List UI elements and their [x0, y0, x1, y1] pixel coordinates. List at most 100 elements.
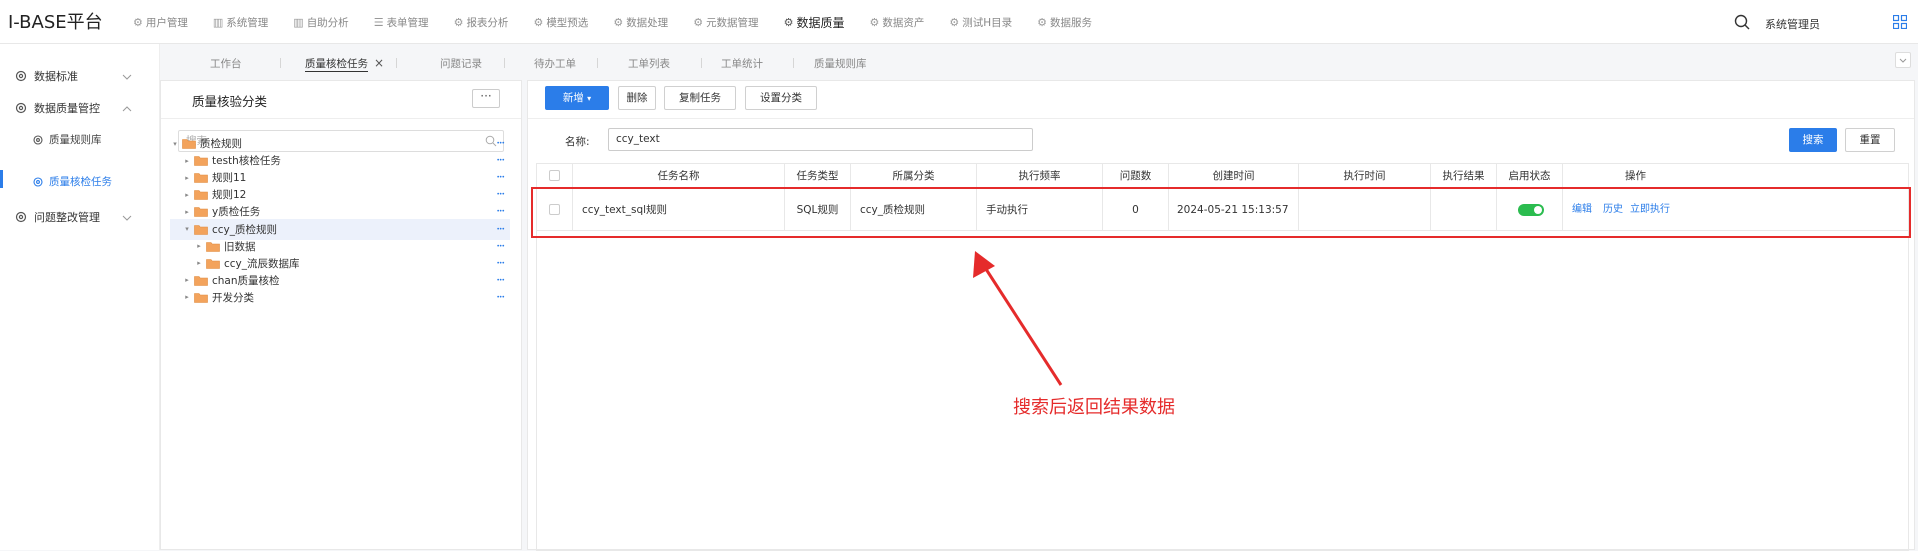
folder-icon: [194, 207, 208, 218]
delete-button[interactable]: 删除: [618, 86, 656, 110]
topnav-item[interactable]: ⚙ 元数据管理: [693, 15, 758, 30]
tree-node-label: 开发分类: [212, 291, 254, 304]
search-icon[interactable]: [1734, 14, 1750, 30]
sidebar-item-label: 数据标准: [34, 70, 78, 83]
topnav-item[interactable]: ▥ 自助分析: [293, 15, 348, 30]
caret-right-icon[interactable]: ▸: [194, 259, 204, 267]
tree-node[interactable]: ▸ 开发分类 •••: [170, 287, 510, 308]
annotation-text: 搜索后返回结果数据: [1013, 397, 1175, 418]
reset-button[interactable]: 重置: [1845, 128, 1895, 152]
more-options-icon[interactable]: •••: [496, 174, 505, 181]
tab-todo-orders[interactable]: 待办工单: [534, 56, 576, 71]
gear-icon: ⚙: [453, 15, 464, 29]
topnav-item[interactable]: ⚙ 数据服务: [1037, 15, 1092, 30]
column-header[interactable]: 执行时间: [1299, 164, 1431, 189]
topnav-item[interactable]: ⚙ 数据处理: [613, 15, 668, 30]
topnav-item[interactable]: ⚙ 数据资产: [869, 15, 924, 30]
name-search-input[interactable]: ccy_text: [608, 128, 1033, 151]
caret-down-icon[interactable]: ▾: [170, 140, 180, 148]
gear-icon: ⚙: [133, 15, 143, 29]
gear-icon: [15, 102, 27, 114]
tab-order-list[interactable]: 工单列表: [628, 56, 670, 71]
tab-workbench[interactable]: 工作台: [210, 56, 242, 71]
caret-down-icon[interactable]: ▾: [182, 225, 192, 233]
more-options-icon[interactable]: •••: [496, 191, 505, 198]
set-category-button[interactable]: 设置分类: [745, 86, 817, 110]
add-button[interactable]: 新增 ▾: [545, 86, 609, 110]
tab-rule-library[interactable]: 质量规则库: [814, 56, 867, 71]
copy-task-button[interactable]: 复制任务: [664, 86, 736, 110]
tree-node-label: 旧数据: [224, 240, 256, 253]
column-header[interactable]: 创建时间: [1169, 164, 1299, 189]
caret-right-icon[interactable]: ▸: [182, 191, 192, 199]
topnav-label: 数据资产: [882, 16, 925, 29]
more-options-icon[interactable]: •••: [496, 208, 505, 215]
caret-right-icon[interactable]: ▸: [182, 208, 192, 216]
tab-issue-records[interactable]: 问题记录: [440, 56, 482, 71]
gear-icon: ⚙: [869, 15, 880, 29]
tab-dropdown-button[interactable]: [1895, 52, 1911, 68]
column-header[interactable]: 任务类型: [785, 164, 851, 189]
more-options-icon[interactable]: •••: [496, 226, 505, 233]
tab-order-stats[interactable]: 工单统计: [721, 56, 763, 71]
caret-right-icon[interactable]: ▸: [182, 276, 192, 284]
close-icon[interactable]: ×: [374, 56, 384, 70]
topnav-item[interactable]: ⚙ 模型预选: [533, 15, 588, 30]
gear-icon: ⚙: [783, 15, 794, 29]
topnav-item[interactable]: ⚙ 用户管理: [133, 15, 188, 30]
caret-right-icon[interactable]: ▸: [182, 174, 192, 182]
caret-right-icon[interactable]: ▸: [182, 157, 192, 165]
gear-icon: ⚙: [613, 15, 624, 29]
tree-node-label: y质检任务: [212, 206, 261, 219]
column-header[interactable]: 启用状态: [1497, 164, 1563, 189]
sidebar-item-issue-rectification[interactable]: 问题整改管理: [14, 209, 132, 225]
topnav-label: 数据质量: [796, 15, 845, 30]
topnav-label: 数据服务: [1049, 16, 1092, 29]
sidebar-subitem-check-task[interactable]: 质量核检任务: [32, 174, 112, 189]
bar-chart-icon: ▥: [293, 15, 304, 29]
tree-node-label: ccy_流辰数据库: [224, 257, 300, 270]
topnav-item[interactable]: ☰ 表单管理: [374, 15, 429, 30]
app-grid-icon[interactable]: [1893, 15, 1907, 29]
select-all-checkbox[interactable]: [549, 170, 560, 181]
folder-icon: [194, 293, 208, 303]
column-header[interactable]: 任务名称: [573, 164, 785, 189]
gear-icon: ⚙: [533, 15, 544, 29]
search-button[interactable]: 搜索: [1789, 128, 1837, 152]
more-button[interactable]: ···: [472, 89, 500, 108]
sidebar-item-quality-control[interactable]: 数据质量管控: [14, 100, 132, 116]
column-header[interactable]: 操作: [1563, 164, 1708, 189]
more-options-icon[interactable]: •••: [496, 157, 505, 164]
topnav-item[interactable]: ▥ 系统管理: [213, 15, 268, 30]
column-header[interactable]: 执行结果: [1431, 164, 1497, 189]
caret-right-icon[interactable]: ▸: [194, 242, 204, 250]
tab-quality-check-task[interactable]: 质量核检任务 ×: [305, 56, 384, 72]
column-header[interactable]: 问题数: [1103, 164, 1169, 189]
more-options-icon[interactable]: •••: [496, 260, 505, 267]
topnav-item[interactable]: ⚙ 测试H目录: [949, 15, 1012, 30]
sidebar-subitem-rule-library[interactable]: 质量规则库: [32, 132, 102, 147]
topnav-label: 报表分析: [466, 16, 509, 29]
topnav-label: 自助分析: [306, 16, 349, 29]
caret-right-icon[interactable]: ▸: [182, 293, 192, 301]
gear-icon: ⚙: [693, 15, 704, 29]
user-name[interactable]: 系统管理员: [1765, 16, 1820, 32]
more-options-icon[interactable]: •••: [496, 277, 505, 284]
category-tree-panel: 质量核验分类 ··· 搜索 ▾ 质检规则 ••• ▸ testh核检任务 ••• ▸ 规则11…: [160, 80, 522, 550]
more-options-icon[interactable]: •••: [496, 294, 505, 301]
column-header[interactable]: 所属分类: [851, 164, 977, 189]
top-nav: ⚙ 用户管理 ▥ 系统管理 ▥ 自助分析 ☰ 表单管理 ⚙ 报表分析 ⚙ 模型预选 ⚙ 数据处理 ⚙ 元数据管…: [133, 0, 1117, 44]
panel-title: 质量核验分类: [192, 94, 268, 109]
more-options-icon[interactable]: •••: [496, 243, 505, 250]
topnav-item[interactable]: ⚙ 报表分析: [454, 15, 509, 30]
app-logo[interactable]: I-BASE平台: [8, 8, 103, 34]
sidebar-item-data-standard[interactable]: 数据标准: [14, 68, 132, 84]
tree-node-label: ccy_质检规则: [212, 223, 278, 236]
folder-icon: [194, 224, 208, 235]
main-panel: 新增 ▾ 删除 复制任务 设置分类 名称: ccy_text 搜索 重置 任务名…: [527, 80, 1915, 551]
gear-icon: [15, 70, 27, 82]
tree-node-label: 规则12: [212, 189, 247, 202]
column-header[interactable]: 执行频率: [977, 164, 1103, 189]
topnav-item[interactable]: ⚙ 数据质量: [784, 14, 845, 31]
more-options-icon[interactable]: •••: [496, 140, 505, 147]
